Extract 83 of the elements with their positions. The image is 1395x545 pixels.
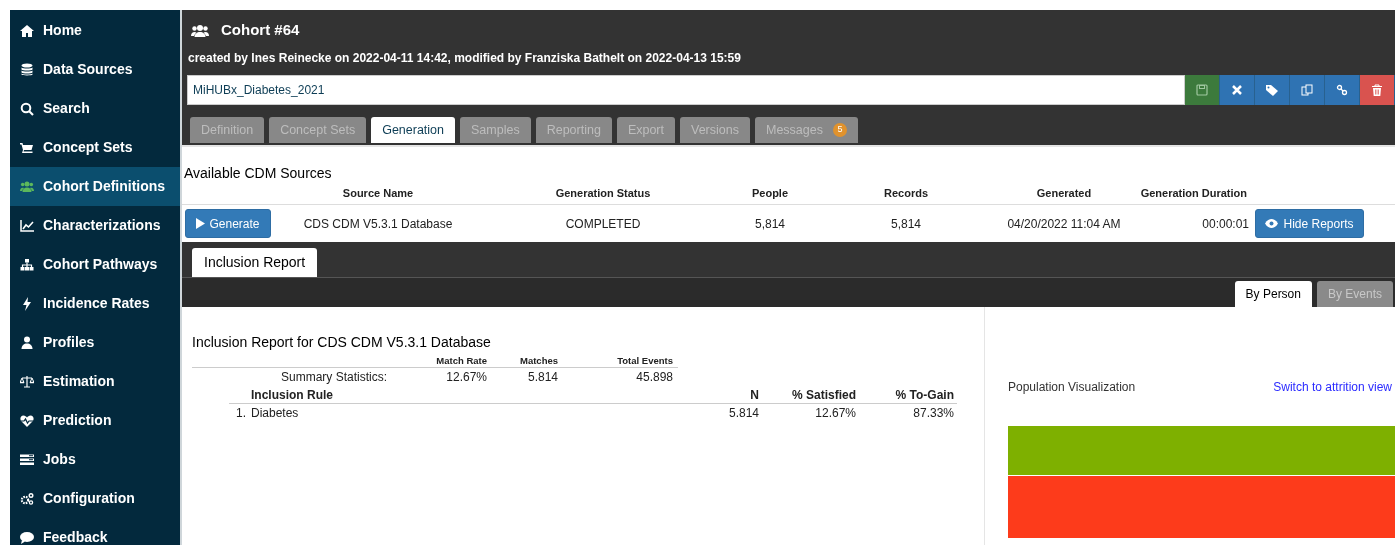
cohort-name-field[interactable]: MiHUBx_Diabetes_2021: [187, 75, 1185, 105]
column-header: % Satisfied: [790, 387, 856, 404]
column-header: N: [749, 387, 759, 404]
sidebar-item[interactable]: Cohort Definitions: [10, 167, 180, 206]
table-cell-text: COMPLETED: [564, 215, 642, 233]
sidebar-item[interactable]: Jobs: [10, 440, 180, 479]
table-cell-text: 5,814: [754, 215, 786, 233]
table-cell-text: 04/20/2022 11:04 AM: [1006, 215, 1122, 233]
table-cell-text: 5.814: [727, 405, 759, 422]
sidebar-item[interactable]: Cohort Pathways: [10, 245, 180, 284]
sidebar-item[interactable]: Characterizations: [10, 206, 180, 245]
metadata-text: created by Ines Reinecke on 2022-04-11 14:42, modified by Franziska Bathelt on 2022-04-13 15:59: [187, 51, 742, 67]
copy-button[interactable]: [1290, 75, 1325, 105]
table-cell-text: 87.33%: [912, 405, 954, 422]
page-title: Cohort #64: [221, 20, 300, 41]
table-cell-text: CDS CDM V5.3.1 Database: [302, 215, 454, 233]
users-icon: [20, 179, 34, 194]
eye-icon: [1265, 219, 1279, 228]
column-header: Matches: [519, 354, 558, 368]
link-button[interactable]: [1325, 75, 1360, 105]
section-title: Available CDM Sources: [183, 164, 333, 183]
close-button[interactable]: [1220, 75, 1255, 105]
database-icon: [20, 62, 34, 77]
table-cell-text: 12.67%: [814, 405, 856, 422]
sidebar-item[interactable]: Profiles: [10, 323, 180, 362]
speech-bubble-icon: [20, 530, 34, 545]
column-header: Total Events: [616, 354, 673, 368]
table-cell-text: Diabetes: [251, 405, 300, 422]
column-header: Generated: [1035, 186, 1093, 202]
tags-icon: [1266, 84, 1278, 96]
column-header: % To-Gain: [894, 387, 954, 404]
report-title: Inclusion Report for CDS CDM V5.3.1 Database: [192, 333, 492, 352]
table-cell-text: 5.814: [526, 369, 558, 386]
tab[interactable]: By Person: [1234, 281, 1312, 307]
tab[interactable]: Generation: [371, 117, 456, 143]
cart-icon: [20, 140, 34, 155]
sidebar-item[interactable]: Feedback: [10, 518, 180, 545]
trash-icon: [1371, 84, 1383, 96]
gears-icon: [20, 491, 34, 506]
column-header: Inclusion Rule: [251, 387, 334, 404]
hide-reports-button[interactable]: Hide Reports: [1255, 209, 1364, 238]
row-number: 1.: [235, 405, 247, 422]
count-badge: 5: [832, 123, 847, 137]
heartbeat-icon: [20, 413, 34, 428]
home-icon: [20, 23, 34, 38]
column-header: Generation Duration: [1139, 186, 1248, 202]
user-icon: [20, 335, 34, 350]
sidebar-item[interactable]: Home: [10, 11, 180, 50]
column-header: Records: [883, 186, 929, 202]
users-icon: [191, 23, 209, 38]
line-chart-icon: [20, 218, 34, 233]
link-icon: [1336, 84, 1348, 96]
table-cell-text: 12.67%: [445, 369, 487, 386]
column-header: People: [750, 186, 790, 202]
lightning-icon: [20, 296, 34, 311]
attrition-view-link[interactable]: Switch to attrition view: [1273, 378, 1395, 396]
sidebar-item[interactable]: Concept Sets: [10, 128, 180, 167]
visualization-title: Population Visualization: [1008, 379, 1136, 396]
column-header: Source Name: [341, 186, 415, 202]
row-label: Summary Statistics:: [279, 369, 387, 386]
list-icon: [20, 452, 34, 467]
play-icon: [196, 218, 206, 229]
balance-scale-icon: [20, 374, 34, 389]
save-icon: [1196, 84, 1208, 96]
search-icon: [20, 101, 34, 116]
sidebar-item[interactable]: Prediction: [10, 401, 180, 440]
sidebar-item[interactable]: Estimation: [10, 362, 180, 401]
tab[interactable]: Inclusion Report: [192, 248, 318, 277]
column-header: Match Rate: [435, 354, 487, 368]
tag-button[interactable]: [1255, 75, 1290, 105]
column-header: Generation Status: [554, 186, 652, 202]
table-cell-text: 45.898: [635, 369, 673, 386]
sidebar-item[interactable]: Search: [10, 89, 180, 128]
delete-button[interactable]: [1360, 75, 1395, 105]
table-cell-text: 5,814: [890, 215, 922, 233]
sidebar-item[interactable]: Data Sources: [10, 50, 180, 89]
sidebar-item[interactable]: Incidence Rates: [10, 284, 180, 323]
generate-button[interactable]: Generate: [185, 209, 271, 238]
sidebar-item[interactable]: Configuration: [10, 479, 180, 518]
table-cell-text: 00:00:01: [1201, 215, 1250, 233]
hierarchy-icon: [20, 257, 34, 272]
copy-icon: [1301, 84, 1313, 96]
close-icon: [1231, 84, 1243, 96]
